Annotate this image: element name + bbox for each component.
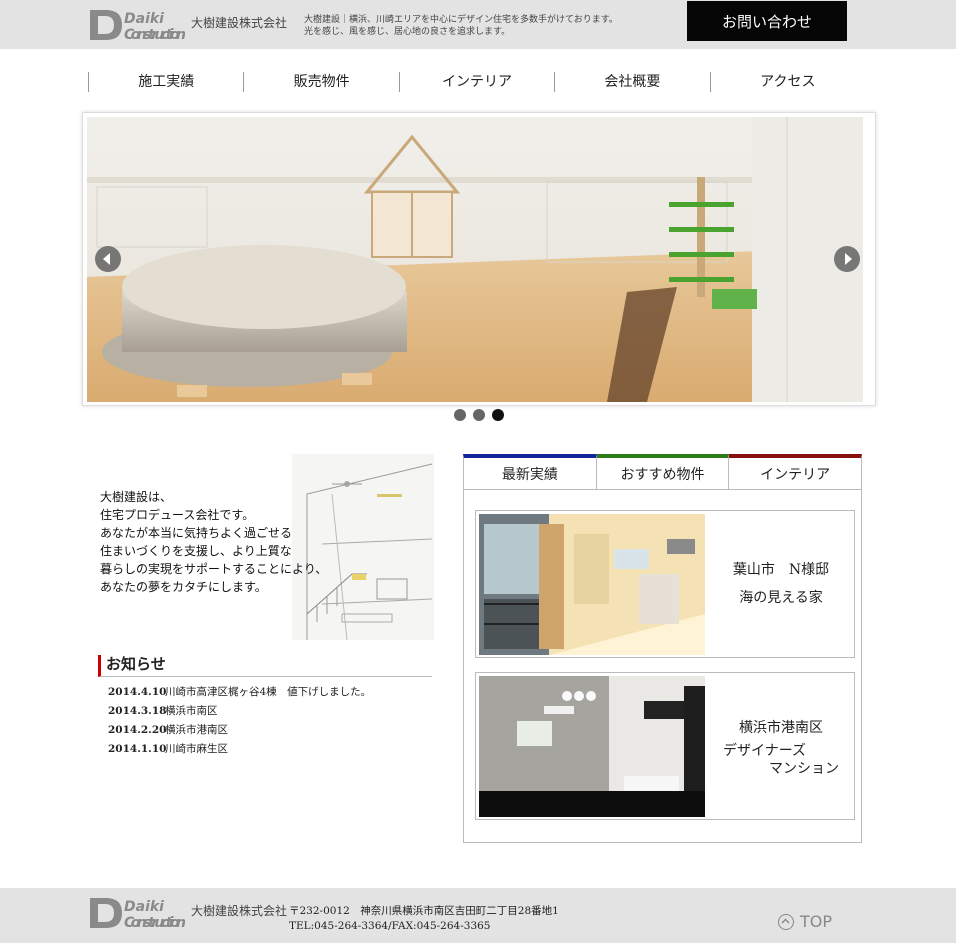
work-photo (479, 514, 705, 655)
footer: Daiki Construction 大樹建設株式会社 〒232-0012 神奈… (0, 888, 956, 943)
footer-company-name: 大樹建設株式会社 (191, 904, 288, 918)
nav-item-properties[interactable]: 販売物件 (243, 72, 398, 92)
nav-item-interior[interactable]: インテリア (398, 72, 554, 92)
work-caption: 葉山市 N様邸 海の見える家 (711, 511, 851, 657)
work-card[interactable]: 横浜市港南区 デザイナーズ マンション (475, 672, 855, 820)
slider-next-button[interactable] (834, 246, 860, 272)
nav-item-company[interactable]: 会社概要 (554, 72, 709, 92)
tagline-line-2: 光を感じ、風を感じ、居心地の良さを追求します。 (304, 27, 511, 37)
svg-text:Construction: Construction (124, 27, 186, 41)
work-card[interactable]: 葉山市 N様邸 海の見える家 (475, 510, 855, 658)
main-nav: 施工実績 販売物件 インテリア 会社概要 アクセス (88, 72, 865, 92)
work-location: 葉山市 N様邸 (732, 562, 830, 578)
slider-dot-1[interactable] (454, 409, 466, 421)
news-item[interactable]: 2014.1.10川崎市麻生区 (108, 740, 371, 759)
footer-logo[interactable]: Daiki Construction 大樹建設株式会社 (88, 897, 287, 929)
news-date: 2014.1.10 (108, 743, 167, 755)
work-location: 横浜市港南区 (739, 720, 823, 736)
news-item[interactable]: 2014.4.10川崎市高津区梶ヶ谷4棟 値下げしました。 (108, 683, 371, 702)
back-to-top-label: TOP (800, 912, 833, 931)
nav-item-access[interactable]: アクセス (709, 72, 865, 92)
svg-text:Construction: Construction (124, 915, 186, 929)
footer-address: 〒232-0012 神奈川県横浜市南区吉田町二丁目28番地1 TEL:045-2… (289, 904, 559, 934)
tab-interior[interactable]: インテリア (729, 454, 863, 490)
logo-mark-icon: Daiki Construction (90, 898, 186, 929)
hero-slider (82, 112, 876, 406)
news-text: 川崎市麻生区 (165, 743, 228, 755)
phone-line: TEL:045-264-3364/FAX:045-264-3365 (289, 920, 491, 932)
news-date: 2014.2.20 (108, 724, 167, 736)
address-line: 〒232-0012 神奈川県横浜市南区吉田町二丁目28番地1 (289, 905, 559, 917)
intro-section: 大樹建設は、 住宅プロデュース会社です。 あなたが本当に気持ちよく過ごせる 住ま… (92, 454, 434, 640)
slider-dot-2[interactable] (473, 409, 485, 421)
tab-recommended[interactable]: おすすめ物件 (596, 454, 730, 490)
nav-item-works[interactable]: 施工実績 (88, 72, 243, 92)
slider-dots (454, 409, 504, 421)
work-title-2: マンション (769, 761, 839, 777)
slider-prev-button[interactable] (95, 246, 121, 272)
news-heading: お知らせ (98, 655, 432, 677)
work-caption: 横浜市港南区 デザイナーズ マンション (711, 673, 851, 819)
slider-dot-3[interactable] (492, 409, 504, 421)
news-text: 川崎市高津区梶ヶ谷4棟 値下げしました。 (165, 686, 372, 698)
tagline-line-1: 大樹建設｜横浜、川崎エリアを中心にデザイン住宅を多数手がけております。 (304, 15, 618, 25)
work-title: デザイナーズ (723, 743, 807, 759)
work-photo (479, 676, 705, 817)
logo-mark-icon: Daiki Construction (90, 10, 186, 41)
news-item[interactable]: 2014.2.20横浜市港南区 (108, 721, 371, 740)
works-panel: 葉山市 N様邸 海の見える家 横浜市港南区 デザイナーズ マンション (463, 490, 862, 843)
svg-text:Daiki: Daiki (124, 899, 164, 915)
news-text: 横浜市港南区 (165, 724, 228, 736)
back-to-top-button[interactable]: TOP (778, 912, 832, 931)
news-item[interactable]: 2014.3.18横浜市南区 (108, 702, 371, 721)
news-list: 2014.4.10川崎市高津区梶ヶ谷4棟 値下げしました。 2014.3.18横… (108, 683, 371, 759)
work-title: 海の見える家 (739, 590, 823, 606)
site-logo[interactable]: Daiki Construction 大樹建設株式会社 (88, 9, 287, 41)
chevron-up-icon (778, 913, 794, 930)
slide-image (87, 117, 863, 402)
intro-text: 大樹建設は、 住宅プロデュース会社です。 あなたが本当に気持ちよく過ごせる 住ま… (100, 490, 328, 594)
contact-button[interactable]: お問い合わせ (687, 1, 847, 41)
tab-latest-works[interactable]: 最新実績 (463, 454, 597, 490)
header-bar: Daiki Construction 大樹建設株式会社 大樹建設｜横浜、川崎エリ… (0, 0, 956, 49)
news-date: 2014.3.18 (108, 705, 167, 717)
news-text: 横浜市南区 (165, 705, 218, 717)
tagline: 大樹建設｜横浜、川崎エリアを中心にデザイン住宅を多数手がけております。 光を感じ… (304, 14, 618, 38)
company-name: 大樹建設株式会社 (191, 16, 288, 30)
news-date: 2014.4.10 (108, 686, 167, 698)
svg-text:Daiki: Daiki (124, 11, 164, 27)
works-tabs: 最新実績 おすすめ物件 インテリア (463, 454, 863, 490)
chevron-right-icon (845, 253, 852, 265)
chevron-left-icon (103, 253, 110, 265)
